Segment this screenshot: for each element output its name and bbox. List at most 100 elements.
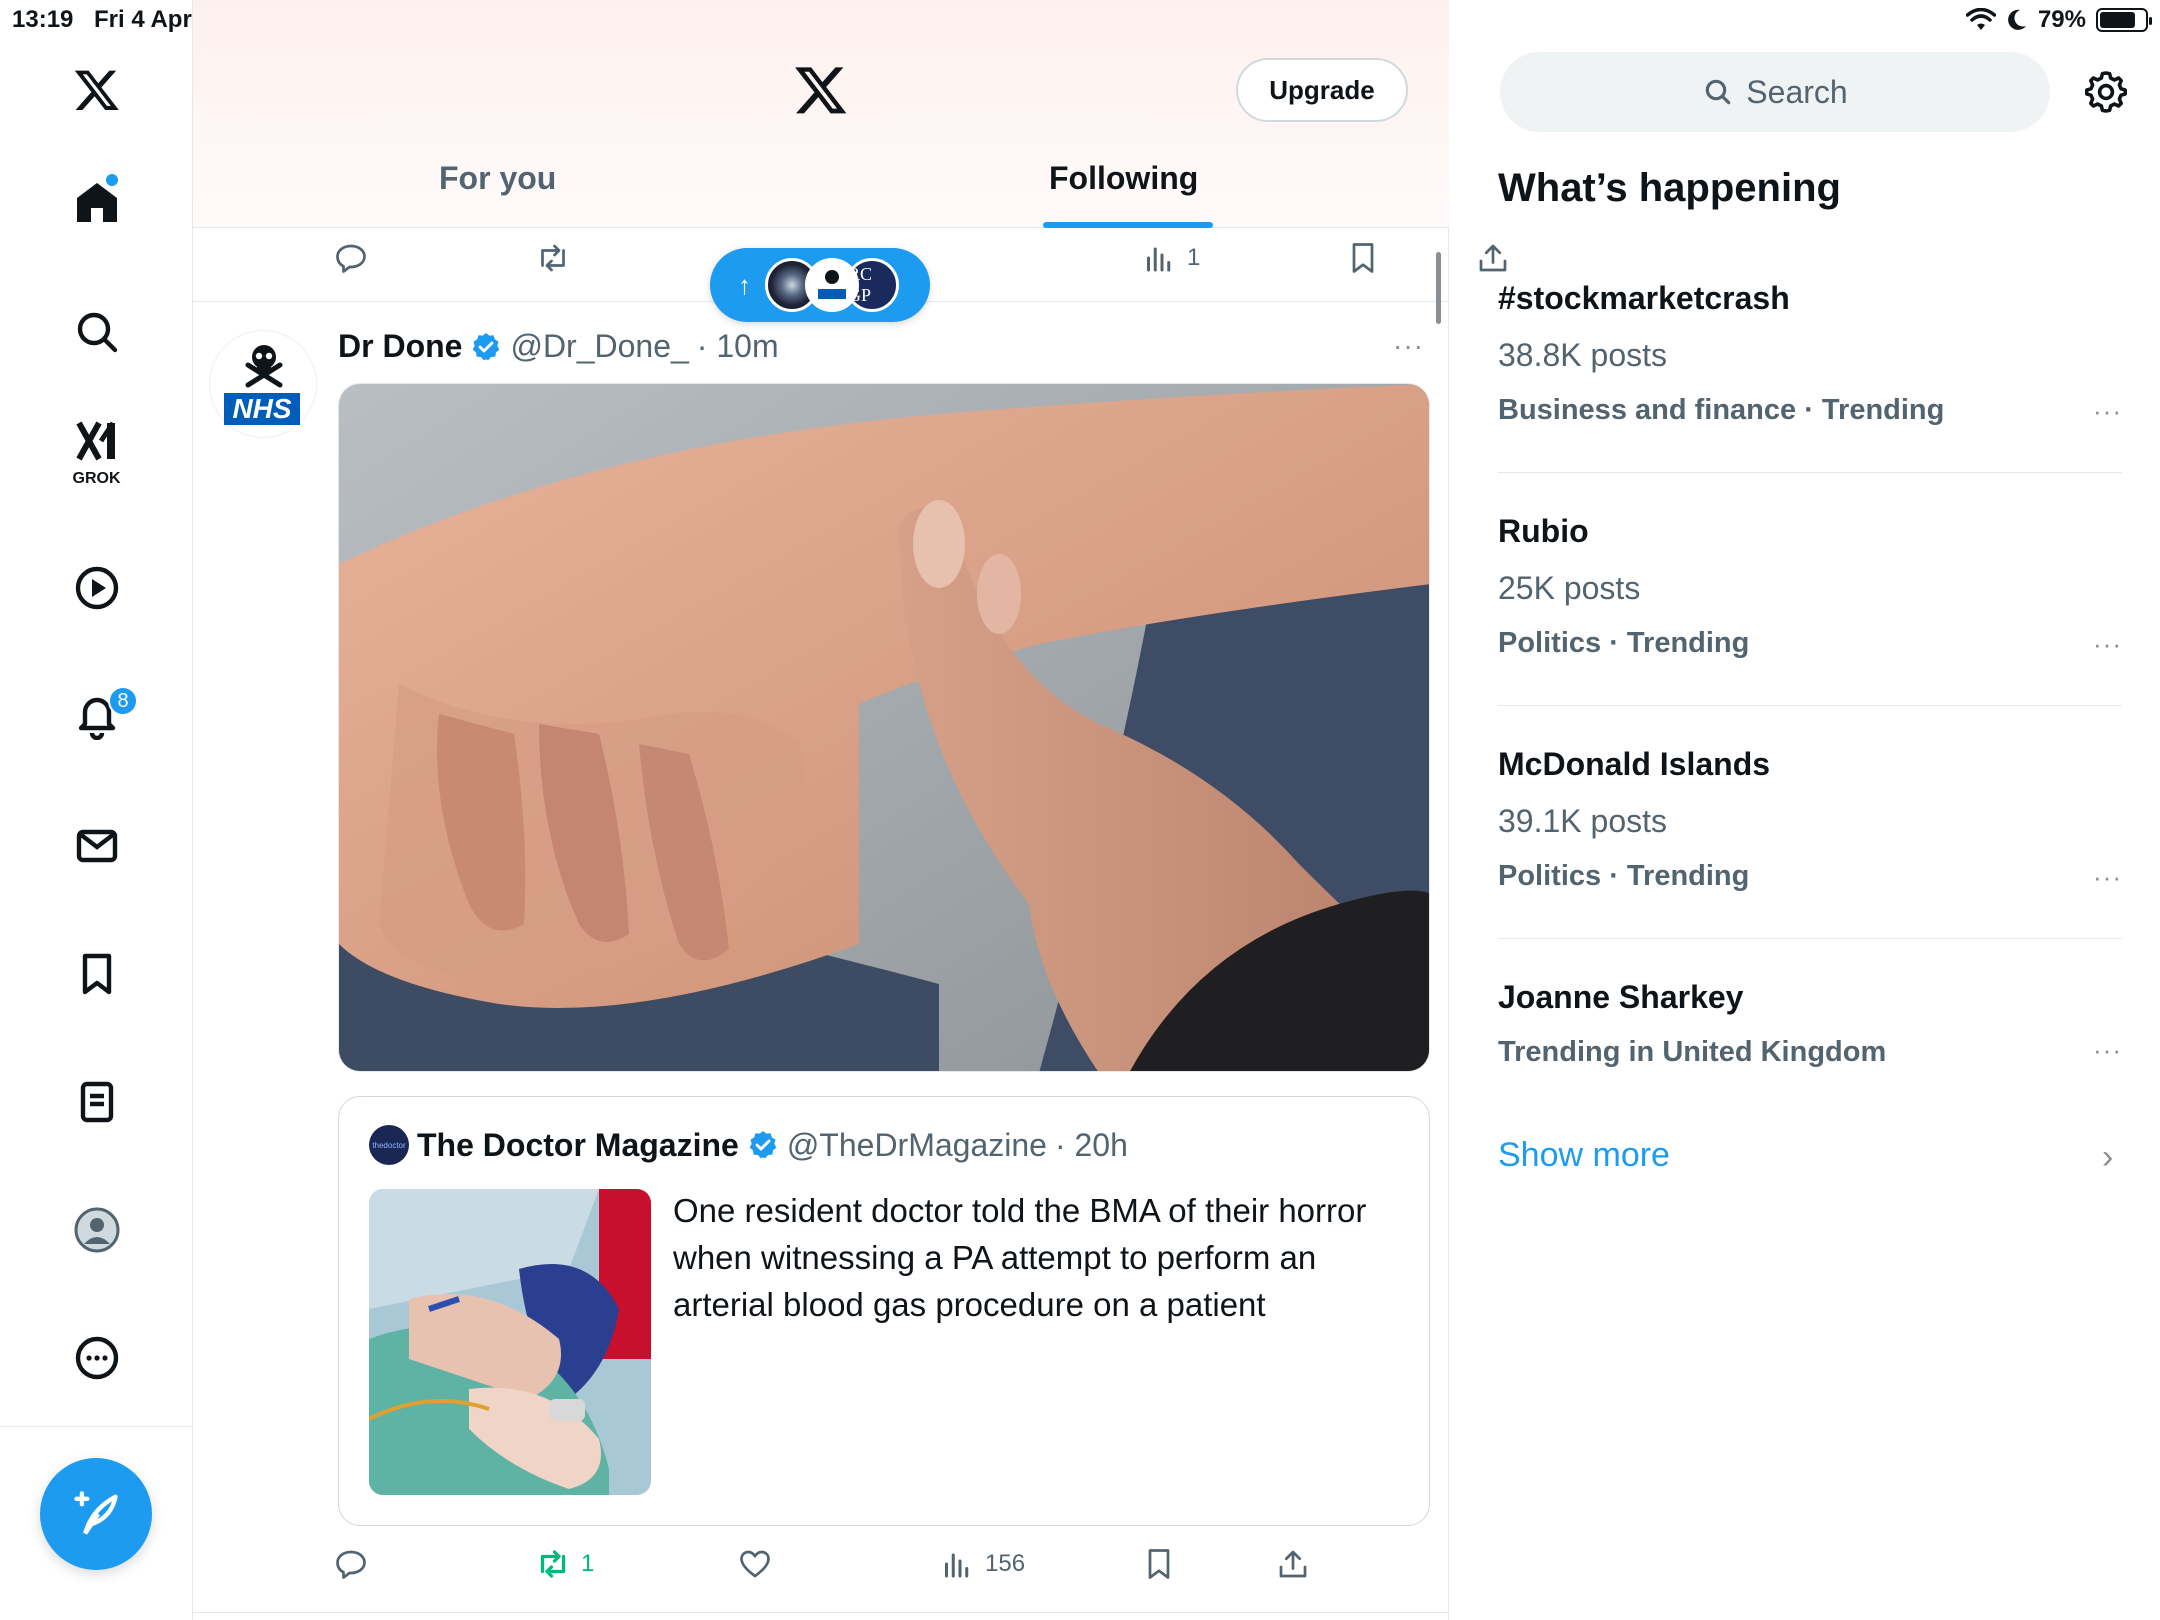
video-icon (75, 566, 118, 610)
quote-author-name[interactable]: The Doctor Magazine (417, 1127, 739, 1164)
bookmark-icon (1352, 243, 1374, 273)
quote-time: · 20h (1054, 1126, 1128, 1163)
nav-home[interactable] (0, 162, 193, 242)
trend-separator (1498, 705, 2122, 706)
quote-author-avatar[interactable]: thedoctor (369, 1125, 409, 1165)
home-unread-dot (106, 174, 118, 186)
tab-for-you[interactable]: For you (439, 160, 556, 197)
profile-icon (74, 1207, 119, 1253)
trend-item[interactable]: Joanne Sharkey Trending in United Kingdo… (1498, 979, 2122, 1069)
trend-posts: 38.8K posts (1498, 337, 1667, 373)
views-count: 156 (985, 1550, 1026, 1577)
chevron-right-icon: › (2102, 1138, 2114, 1176)
list-icon (80, 1081, 113, 1123)
quote-thumbnail[interactable] (369, 1189, 651, 1495)
tweet-actions: 1 156 (333, 1546, 1333, 1606)
nhs-logo: NHS (224, 393, 300, 425)
whats-happening-title: What’s happening (1498, 166, 1841, 210)
quote-author-handle[interactable]: @TheDrMagazine (787, 1127, 1047, 1164)
tweet-time: · 10m (696, 328, 779, 364)
quote-text: One resident doctor told the BMA of thei… (673, 1192, 1367, 1323)
pulse-check-photo (339, 384, 1429, 1071)
timeline-header: Upgrade For you Following (193, 0, 1449, 228)
retweet-count: 1 (581, 1550, 595, 1577)
tweet-image[interactable] (338, 383, 1430, 1072)
author-avatar[interactable]: NHS (209, 330, 317, 438)
trend-name: Joanne Sharkey (1498, 979, 1744, 1015)
trend-more-button[interactable]: ··· (2093, 629, 2122, 660)
bookmark-icon (82, 953, 111, 995)
mail-icon (76, 829, 117, 863)
compose-button[interactable] (40, 1458, 152, 1570)
tab-following[interactable]: Following (1049, 160, 1198, 197)
quoted-tweet-header: thedoctor The Doctor Magazine @TheDrMaga… (369, 1125, 1128, 1165)
arrow-up-icon: ↑ (738, 269, 751, 300)
new-post-avatar (805, 258, 859, 312)
trend-category: Politics · Trending (1498, 860, 1750, 892)
views-chart-icon (945, 1553, 969, 1578)
show-more-link[interactable]: Show more (1498, 1136, 1670, 1175)
views-count: 1 (1187, 244, 1201, 271)
left-nav: GROK 8 (0, 0, 193, 1620)
trend-name: McDonald Islands (1498, 746, 1771, 782)
search-icon (1706, 79, 1731, 105)
search-icon (77, 312, 117, 353)
reply-icon (336, 1550, 366, 1579)
reply-button[interactable] (333, 1546, 369, 1582)
right-sidebar: Search What’s happening #stockmarketcras… (1450, 0, 2160, 1620)
views-button[interactable]: 156 (939, 1546, 1025, 1582)
nav-more[interactable] (0, 1318, 193, 1398)
trend-name: #stockmarketcrash (1498, 280, 1790, 316)
like-button[interactable] (737, 1546, 773, 1582)
nav-video[interactable] (0, 548, 193, 628)
trend-posts: 25K posts (1498, 570, 1641, 606)
trend-item[interactable]: McDonald Islands 39.1K posts Politics · … (1498, 746, 2122, 893)
header-x-logo[interactable] (793, 62, 849, 123)
nav-profile[interactable] (0, 1190, 193, 1270)
nav-messages[interactable] (0, 806, 193, 886)
x-logo[interactable] (0, 50, 193, 130)
reply-icon (336, 244, 366, 273)
heart-icon (740, 1550, 770, 1578)
trend-category: Politics · Trending (1498, 627, 1750, 659)
upgrade-button[interactable]: Upgrade (1236, 58, 1408, 122)
views-button[interactable]: 1 (1141, 240, 1200, 276)
tweet-more-button[interactable]: ··· (1393, 330, 1424, 362)
author-name[interactable]: Dr Done (338, 328, 462, 365)
retweet-button[interactable] (535, 240, 571, 276)
medical-procedure-photo (369, 1189, 651, 1495)
bookmark-button[interactable] (1141, 1546, 1177, 1582)
tweet-separator (193, 1612, 1449, 1613)
reply-button[interactable] (333, 240, 369, 276)
skull-crossbones-icon (245, 345, 283, 388)
x-logo-icon (795, 67, 847, 114)
trend-item[interactable]: Rubio 25K posts Politics · Trending ··· (1498, 513, 2122, 660)
compose-feather-icon (74, 1491, 118, 1535)
nav-grok[interactable]: GROK (0, 412, 193, 492)
new-posts-pill[interactable]: ↑ RC GP (710, 248, 930, 322)
bookmark-button[interactable] (1345, 240, 1381, 276)
nav-divider (0, 1426, 193, 1427)
trend-more-button[interactable]: ··· (2093, 862, 2122, 893)
settings-button[interactable] (2082, 68, 2130, 116)
trend-more-button[interactable]: ··· (2093, 1035, 2122, 1066)
share-button[interactable] (1275, 1546, 1311, 1582)
trend-more-button[interactable]: ··· (2093, 396, 2122, 427)
scrollbar[interactable] (1436, 252, 1441, 324)
retweet-button[interactable]: 1 (535, 1546, 594, 1582)
nav-lists[interactable] (0, 1062, 193, 1142)
trend-item[interactable]: #stockmarketcrash 38.8K posts Business a… (1498, 280, 2122, 427)
quoted-tweet[interactable]: thedoctor The Doctor Magazine @TheDrMaga… (338, 1096, 1430, 1526)
nav-bookmarks[interactable] (0, 934, 193, 1014)
nav-explore[interactable] (0, 292, 193, 372)
retweet-icon (540, 1550, 566, 1578)
more-icon (75, 1336, 118, 1380)
author-handle[interactable]: @Dr_Done_ (510, 328, 688, 365)
trend-category: Trending in United Kingdom (1498, 1036, 1887, 1068)
tweet-header: Dr Done @Dr_Done_ · 10m (338, 328, 779, 365)
notifications-badge: 8 (108, 686, 138, 716)
nav-notifications[interactable]: 8 (0, 676, 193, 756)
search-input[interactable]: Search (1500, 52, 2050, 132)
verified-badge-icon (749, 1131, 777, 1159)
views-chart-icon (1147, 247, 1171, 272)
